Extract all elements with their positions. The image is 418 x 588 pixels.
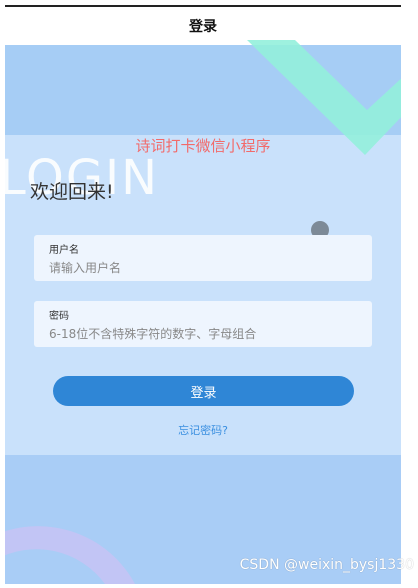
login-button[interactable]: 登录 [53, 376, 354, 406]
welcome-heading: 欢迎回来! [30, 181, 114, 203]
username-input[interactable] [47, 258, 361, 278]
password-input[interactable] [47, 324, 361, 344]
watermark: CSDN @weixin_bysj1330 [239, 557, 414, 573]
forgot-password-link[interactable]: 忘记密码? [5, 422, 401, 438]
password-field[interactable]: 密码 [34, 301, 372, 347]
password-label: 密码 [49, 311, 69, 322]
username-label: 用户名 [49, 245, 79, 256]
app-frame: 登录 诗词打卡微信小程序 LOGIN 欢迎回来! 用户名 密码 登录 忘记密码? [5, 5, 401, 584]
username-field[interactable]: 用户名 [34, 235, 372, 281]
decorative-arc [5, 526, 135, 584]
